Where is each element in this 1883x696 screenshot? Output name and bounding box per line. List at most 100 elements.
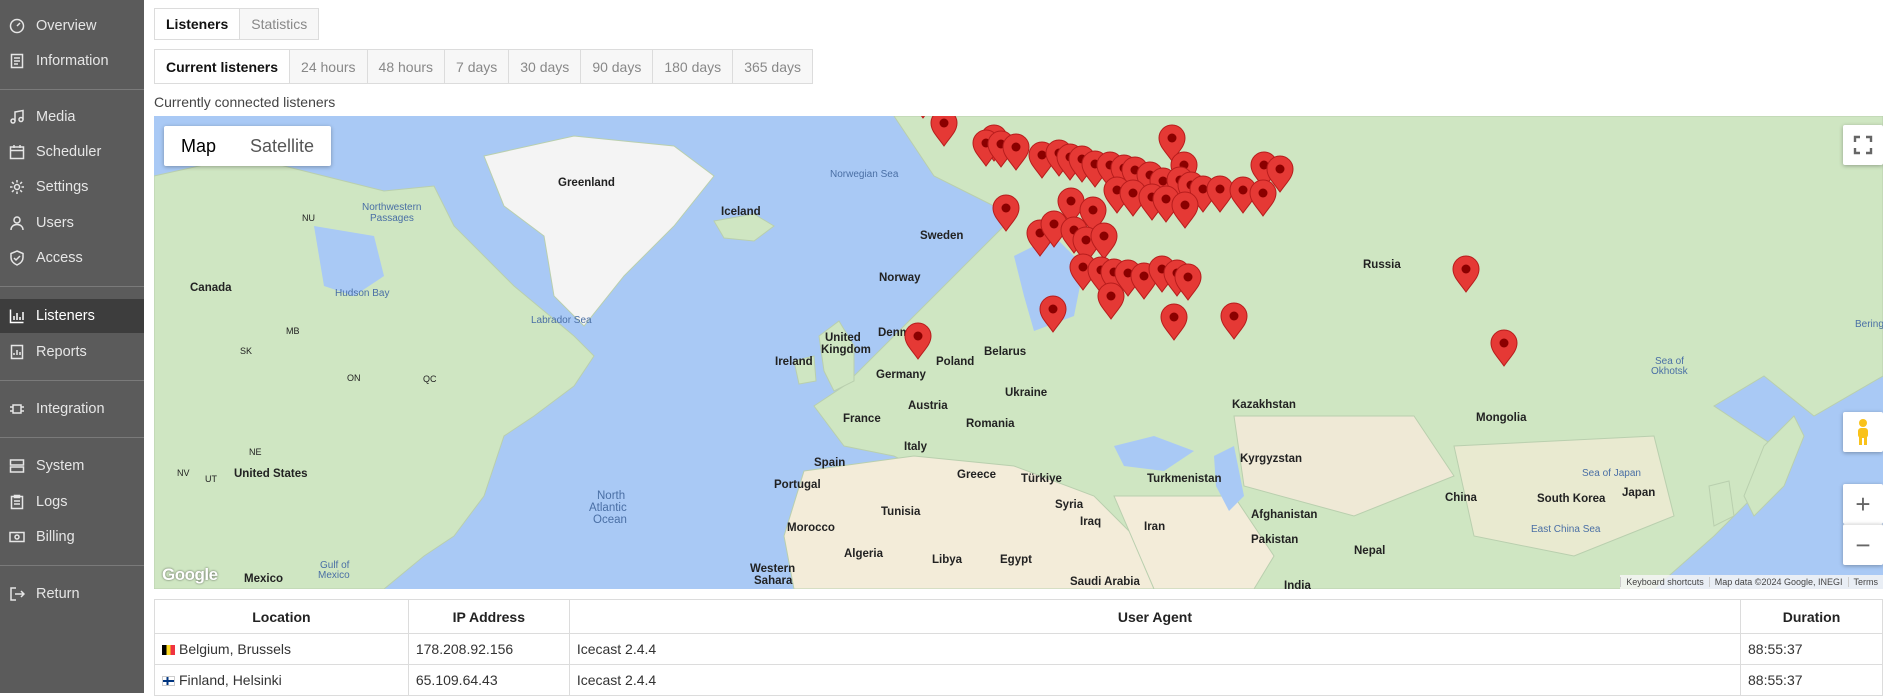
table-row: Belgium, Brussels 178.208.92.156 Icecast…	[155, 634, 1883, 665]
map-type-map-button[interactable]: Map	[164, 126, 233, 166]
shield-icon	[9, 250, 25, 266]
map-type-control: Map Satellite	[164, 126, 331, 166]
fullscreen-button[interactable]	[1843, 125, 1883, 165]
map-attribution: Keyboard shortcuts Map data ©2024 Google…	[1620, 575, 1883, 589]
tab-180-days[interactable]: 180 days	[653, 49, 733, 84]
pegman-icon	[1853, 418, 1873, 446]
tab-statistics[interactable]: Statistics	[240, 8, 319, 40]
sidebar-item-label: Listeners	[36, 308, 95, 324]
sidebar-item-label: Reports	[36, 344, 87, 360]
listener-marker-icon[interactable]	[1003, 134, 1029, 170]
listener-marker-icon[interactable]	[1040, 296, 1066, 332]
listener-marker-icon[interactable]	[1098, 283, 1124, 319]
listener-marker-icon[interactable]	[1250, 180, 1276, 216]
tab-30-days[interactable]: 30 days	[509, 49, 581, 84]
map-type-satellite-button[interactable]: Satellite	[233, 126, 331, 166]
tab-7-days[interactable]: 7 days	[445, 49, 509, 84]
belgium-flag-icon	[162, 645, 175, 655]
gear-icon	[9, 179, 25, 195]
sidebar-item-label: System	[36, 458, 84, 474]
zoom-in-button[interactable]: +	[1843, 484, 1883, 524]
duration-cell: 88:55:37	[1741, 634, 1883, 665]
location-cell: Belgium, Brussels	[155, 634, 409, 665]
fullscreen-icon	[1853, 135, 1873, 155]
map-data-text: Map data ©2024 Google, INEGI	[1709, 577, 1848, 587]
zoom-out-button[interactable]: −	[1843, 524, 1883, 565]
calendar-icon	[9, 144, 25, 160]
money-icon	[9, 529, 25, 545]
column-header-duration[interactable]: Duration	[1741, 600, 1883, 634]
listener-marker-icon[interactable]	[905, 323, 931, 359]
listener-marker-icon[interactable]	[931, 116, 957, 146]
sidebar-item-label: Billing	[36, 529, 75, 545]
sidebar-item-logs[interactable]: Logs	[0, 485, 144, 519]
sidebar-item-access[interactable]: Access	[0, 241, 144, 275]
location-text: Belgium, Brussels	[179, 641, 291, 657]
ip-cell: 178.208.92.156	[408, 634, 569, 665]
listener-map[interactable]: Greenland Iceland Canada Hudson Bay Nort…	[154, 116, 1883, 589]
sidebar-item-return[interactable]: Return	[0, 577, 144, 611]
sidebar-item-label: Logs	[36, 494, 67, 510]
tab-90-days[interactable]: 90 days	[581, 49, 653, 84]
clipboard-icon	[9, 494, 25, 510]
sidebar-item-information[interactable]: Information	[0, 44, 144, 78]
sidebar-item-system[interactable]: System	[0, 449, 144, 483]
report-icon	[9, 344, 25, 360]
sidebar-item-label: Scheduler	[36, 144, 101, 160]
server-icon	[9, 458, 25, 474]
table-row: Finland, Helsinki 65.109.64.43 Icecast 2…	[155, 665, 1883, 696]
google-logo: Google	[162, 565, 218, 585]
tab-48-hours[interactable]: 48 hours	[368, 49, 445, 84]
column-header-location[interactable]: Location	[155, 600, 409, 634]
listener-marker-icon[interactable]	[1175, 264, 1201, 300]
divider	[0, 286, 144, 287]
user-agent-cell: Icecast 2.4.4	[569, 634, 1740, 665]
column-header-user-agent[interactable]: User Agent	[569, 600, 1740, 634]
sidebar-item-label: Users	[36, 215, 74, 231]
tab-365-days[interactable]: 365 days	[733, 49, 813, 84]
ip-cell: 65.109.64.43	[408, 665, 569, 696]
sidebar-item-media[interactable]: Media	[0, 100, 144, 134]
sidebar-item-label: Access	[36, 250, 83, 266]
listener-marker-icon[interactable]	[1453, 256, 1479, 292]
listener-marker-icon[interactable]	[993, 195, 1019, 231]
sidebar-item-settings[interactable]: Settings	[0, 170, 144, 204]
keyboard-shortcuts-link[interactable]: Keyboard shortcuts	[1620, 577, 1709, 587]
column-header-ip[interactable]: IP Address	[408, 600, 569, 634]
sidebar-item-label: Integration	[36, 401, 105, 417]
minus-icon: −	[1855, 530, 1870, 561]
tab-24-hours[interactable]: 24 hours	[290, 49, 367, 84]
listener-marker-icon[interactable]	[1091, 223, 1117, 259]
table-header-row: Location IP Address User Agent Duration	[155, 600, 1883, 634]
listener-marker-icon[interactable]	[1172, 192, 1198, 228]
music-note-icon	[9, 109, 25, 125]
marker-layer	[154, 116, 1883, 589]
divider	[0, 437, 144, 438]
listener-marker-icon[interactable]	[1221, 303, 1247, 339]
listeners-table: Location IP Address User Agent Duration …	[154, 599, 1883, 696]
listener-marker-icon[interactable]	[1161, 304, 1187, 340]
pegman-button[interactable]	[1843, 412, 1883, 452]
sidebar-item-overview[interactable]: Overview	[0, 9, 144, 43]
tab-current-listeners[interactable]: Current listeners	[154, 49, 290, 84]
sidebar-item-users[interactable]: Users	[0, 206, 144, 240]
location-cell: Finland, Helsinki	[155, 665, 409, 696]
sidebar-item-listeners[interactable]: Listeners	[0, 299, 144, 333]
duration-cell: 88:55:37	[1741, 665, 1883, 696]
listener-marker-icon[interactable]	[1491, 330, 1517, 366]
sidebar-item-label: Information	[36, 53, 109, 69]
sidebar-item-integration[interactable]: Integration	[0, 392, 144, 426]
sidebar-item-label: Settings	[36, 179, 88, 195]
divider	[0, 380, 144, 381]
sidebar-item-reports[interactable]: Reports	[0, 335, 144, 369]
sidebar-item-billing[interactable]: Billing	[0, 520, 144, 554]
sidebar-item-scheduler[interactable]: Scheduler	[0, 135, 144, 169]
sidebar: Overview Information Media Scheduler Set…	[0, 0, 144, 693]
user-agent-cell: Icecast 2.4.4	[569, 665, 1740, 696]
bar-chart-icon	[9, 308, 25, 324]
listener-marker-icon[interactable]	[1207, 176, 1233, 212]
tab-listeners[interactable]: Listeners	[154, 8, 240, 40]
sidebar-item-label: Return	[36, 586, 80, 602]
terms-link[interactable]: Terms	[1848, 577, 1883, 587]
location-text: Finland, Helsinki	[179, 672, 282, 688]
